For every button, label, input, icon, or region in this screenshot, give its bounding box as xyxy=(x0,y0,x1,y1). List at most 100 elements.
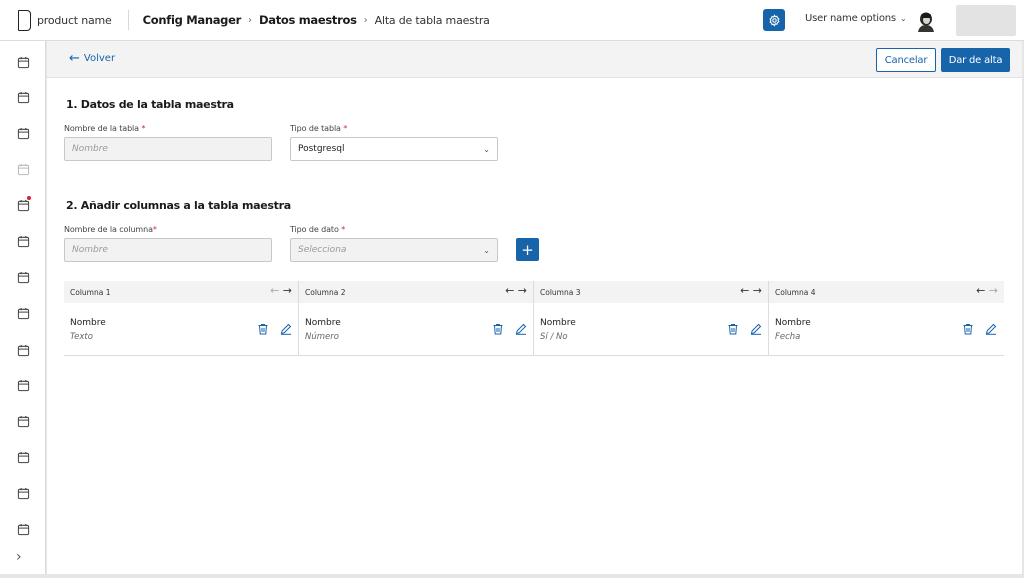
calendar-icon xyxy=(17,344,29,356)
table-type-value: Postgresql xyxy=(298,144,345,154)
sidebar-item-10[interactable] xyxy=(15,377,31,393)
add-column-button[interactable]: + xyxy=(516,238,539,261)
table-name-input[interactable]: Nombre xyxy=(64,137,272,161)
calendar-icon xyxy=(17,451,29,463)
submit-button[interactable]: Dar de alta xyxy=(941,48,1010,72)
chevron-down-icon: ⌄ xyxy=(483,144,490,154)
trash-icon[interactable] xyxy=(492,323,504,335)
sidebar-item-9[interactable] xyxy=(15,342,31,358)
move-right-arrow-icon: → xyxy=(988,284,998,297)
top-bar: product name Config Manager › Datos maes… xyxy=(0,0,1024,41)
column-title: Columna 2 xyxy=(305,288,346,297)
section-title-add-columns: 2. Añadir columnas a la tabla maestra xyxy=(66,199,291,212)
sidebar-item-7[interactable] xyxy=(15,269,31,285)
column-name: Nombre xyxy=(70,318,106,328)
move-right-arrow-icon[interactable]: → xyxy=(753,284,762,297)
data-type-select[interactable]: Selecciona ⌄ xyxy=(290,238,498,262)
breadcrumb-datos-maestros[interactable]: Datos maestros xyxy=(259,13,357,27)
move-left-arrow-icon[interactable]: ← xyxy=(976,284,985,297)
pencil-icon[interactable] xyxy=(515,323,527,335)
calendar-icon xyxy=(17,271,29,283)
column-card-header: Columna 4 ← → xyxy=(769,281,1004,303)
user-options-label: User name options xyxy=(805,13,896,24)
move-right-arrow-icon[interactable]: → xyxy=(283,284,292,297)
column-title: Columna 3 xyxy=(540,288,581,297)
breadcrumb-config-manager[interactable]: Config Manager xyxy=(143,13,242,27)
column-name: Nombre xyxy=(540,318,576,328)
chevron-down-icon: ⌄ xyxy=(483,245,490,255)
main-content: ← Volver Cancelar Dar de alta 1. Datos de… xyxy=(47,41,1022,574)
header-placeholder-box xyxy=(956,5,1016,36)
move-right-arrow-icon[interactable]: → xyxy=(518,284,527,297)
table-type-label: Tipo de tabla * xyxy=(290,124,348,133)
back-link[interactable]: ← Volver xyxy=(69,52,116,65)
sidebar-item-2[interactable] xyxy=(15,89,31,105)
product-name[interactable]: product name xyxy=(37,14,112,27)
calendar-icon xyxy=(17,235,29,247)
settings-button[interactable] xyxy=(763,9,785,31)
trash-icon[interactable] xyxy=(727,323,739,335)
calendar-icon xyxy=(17,163,29,175)
calendar-icon xyxy=(17,91,29,103)
section-title-table-data: 1. Datos de la tabla maestra xyxy=(66,98,234,111)
column-card: Columna 2 ← → Nombre Número xyxy=(299,281,534,356)
action-bar: ← Volver Cancelar Dar de alta xyxy=(47,41,1022,78)
column-name-input[interactable]: Nombre xyxy=(64,238,272,262)
data-type-label: Tipo de dato * xyxy=(290,225,346,234)
sidebar-item-5[interactable] xyxy=(15,195,32,213)
column-title: Columna 4 xyxy=(775,288,816,297)
column-card: Columna 3 ← → Nombre Sí / No xyxy=(534,281,769,356)
column-type: Texto xyxy=(70,332,93,342)
user-options-dropdown[interactable]: User name options ⌄ xyxy=(805,13,907,24)
column-type: Sí / No xyxy=(540,332,568,342)
notification-dot xyxy=(26,195,32,201)
calendar-icon xyxy=(17,307,29,319)
trash-icon[interactable] xyxy=(257,323,269,335)
move-left-arrow-icon[interactable]: ← xyxy=(740,284,749,297)
column-name: Nombre xyxy=(305,318,341,328)
calendar-icon xyxy=(17,487,29,499)
header-divider xyxy=(127,10,129,30)
calendar-icon xyxy=(17,127,29,139)
pencil-icon[interactable] xyxy=(985,323,997,335)
avatar[interactable] xyxy=(914,9,938,33)
breadcrumb-chevron-icon: › xyxy=(363,14,368,26)
table-type-select[interactable]: Postgresql ⌄ xyxy=(290,137,498,161)
product-logo-icon[interactable] xyxy=(18,9,31,31)
breadcrumb-current-page: Alta de tabla maestra xyxy=(374,13,490,27)
move-left-arrow-icon: ← xyxy=(270,284,280,297)
column-card-header: Columna 2 ← → xyxy=(299,281,533,303)
column-card-header: Columna 1 ← → xyxy=(64,281,298,303)
data-type-placeholder: Selecciona xyxy=(298,245,347,255)
sidebar-item-12[interactable] xyxy=(15,449,31,465)
sidebar-item-3[interactable] xyxy=(15,125,31,141)
sidebar-item-1[interactable] xyxy=(15,54,31,70)
avatar-icon xyxy=(918,12,934,32)
column-name-label: Nombre de la columna* xyxy=(64,225,157,234)
column-card: Columna 1 ← → Nombre Texto xyxy=(64,281,299,356)
gear-icon xyxy=(768,13,780,27)
sidebar-item-11[interactable] xyxy=(15,413,31,429)
sidebar-item-13[interactable] xyxy=(15,485,31,501)
table-name-placeholder: Nombre xyxy=(72,144,108,154)
cancel-button[interactable]: Cancelar xyxy=(876,48,936,72)
sidebar-expand-chevron-right-icon[interactable]: › xyxy=(16,549,22,565)
sidebar: › xyxy=(0,41,46,574)
back-label: Volver xyxy=(83,53,116,64)
column-name-placeholder: Nombre xyxy=(72,245,108,255)
move-left-arrow-icon[interactable]: ← xyxy=(505,284,514,297)
pencil-icon[interactable] xyxy=(280,323,292,335)
trash-icon[interactable] xyxy=(962,323,974,335)
sidebar-item-14[interactable] xyxy=(15,521,31,537)
breadcrumb-chevron-icon: › xyxy=(247,14,252,26)
table-name-label: Nombre de la tabla * xyxy=(64,124,146,133)
calendar-icon xyxy=(17,415,29,427)
column-type: Fecha xyxy=(775,332,801,342)
sidebar-item-8[interactable] xyxy=(15,305,31,321)
calendar-icon xyxy=(17,523,29,535)
sidebar-item-6[interactable] xyxy=(15,233,31,249)
columns-list: Columna 1 ← → Nombre Texto Columna 2 ← →… xyxy=(64,281,1004,356)
calendar-icon xyxy=(17,379,29,391)
chevron-down-icon: ⌄ xyxy=(899,14,907,23)
pencil-icon[interactable] xyxy=(750,323,762,335)
